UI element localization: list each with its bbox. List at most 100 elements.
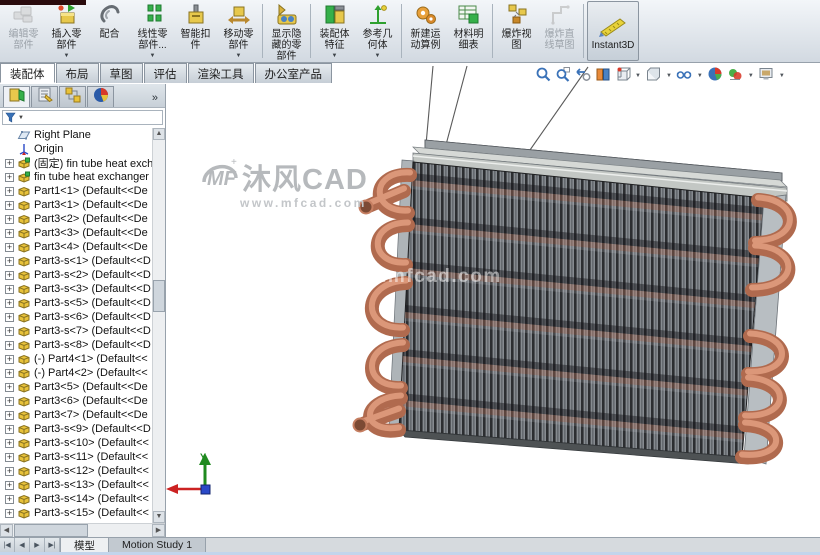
tree-item[interactable]: + Part3-s<13> (Default<< xyxy=(0,478,152,492)
tree-item[interactable]: + fin tube heat exchanger xyxy=(0,170,152,184)
manager-tab-featuremanager-tree[interactable] xyxy=(3,86,30,107)
headsup-apply-scene-button[interactable] xyxy=(707,67,724,85)
scroll-right-button[interactable]: ▶ xyxy=(152,524,165,537)
horizontal-scroll-thumb[interactable] xyxy=(14,524,88,537)
headsup-zoom-to-fit-button[interactable] xyxy=(534,67,551,85)
expand-plus-icon[interactable]: + xyxy=(5,396,14,406)
tree-item[interactable]: + Part3-s<10> (Default<< xyxy=(0,436,152,450)
headsup-zoom-to-area-button[interactable] xyxy=(554,66,571,85)
expand-plus-icon[interactable]: + xyxy=(5,270,14,280)
tree-item[interactable]: + Part3<2> (Default<<De xyxy=(0,212,152,226)
toolbar-button-insert-component[interactable]: 插入零 部件 ▼ xyxy=(45,0,88,62)
manager-tabs-overflow-chevron[interactable]: » xyxy=(152,92,162,107)
dropdown-caret-icon[interactable]: ▼ xyxy=(779,73,785,79)
command-tab-4[interactable]: 评估 xyxy=(143,63,187,83)
graphics-viewport[interactable]: MF + 沐风CAD www.mfcad.com www.mfcad.com Y… xyxy=(166,64,820,537)
tree-item[interactable]: + Part3-s<14> (Default<< xyxy=(0,492,152,506)
expand-plus-icon[interactable]: + xyxy=(5,284,14,294)
headsup-view-settings-button[interactable] xyxy=(758,67,775,85)
expand-plus-icon[interactable]: + xyxy=(5,438,14,448)
tree-item[interactable]: + Part3-s<9> (Default<<D xyxy=(0,422,152,436)
expand-plus-icon[interactable]: + xyxy=(5,354,14,364)
headsup-section-view-button[interactable] xyxy=(594,68,611,85)
expand-plus-icon[interactable]: + xyxy=(5,298,14,308)
heat-exchanger-model[interactable]: www.mfcad.com X Y xyxy=(166,64,820,537)
toolbar-button-instant3d[interactable]: Instant3D xyxy=(587,1,639,61)
toolbar-button-smart-fasteners[interactable]: 智能扣 件 xyxy=(174,0,217,62)
tree-item[interactable]: Right Plane xyxy=(0,128,152,142)
tree-item[interactable]: + Part3<1> (Default<<De xyxy=(0,198,152,212)
toolbar-button-show-hidden-components[interactable]: 显示隐 藏的零 部件 xyxy=(265,0,308,62)
manager-tab-configurationmanager[interactable] xyxy=(59,86,86,107)
expand-plus-icon[interactable]: + xyxy=(5,424,14,434)
tree-item[interactable]: + Part3<4> (Default<<De xyxy=(0,240,152,254)
toolbar-button-mate[interactable]: 配合 xyxy=(88,0,131,62)
expand-plus-icon[interactable]: + xyxy=(5,452,14,462)
dropdown-caret-icon[interactable]: ▼ xyxy=(635,73,641,79)
tree-item[interactable]: + Part3-s<7> (Default<<D xyxy=(0,324,152,338)
expand-plus-icon[interactable]: + xyxy=(5,158,14,168)
scroll-up-button[interactable]: ▲ xyxy=(153,128,165,140)
tree-item[interactable]: + Part3-s<15> (Default<< xyxy=(0,506,152,520)
toolbar-button-exploded-view[interactable]: 爆炸视 图 xyxy=(495,0,538,62)
study-tab-nav-button[interactable]: ▶ xyxy=(30,538,45,552)
scroll-down-button[interactable]: ▼ xyxy=(153,511,165,523)
study-tab-model[interactable]: 模型 xyxy=(60,538,109,552)
expand-plus-icon[interactable]: + xyxy=(5,368,14,378)
dropdown-caret-icon[interactable]: ▼ xyxy=(697,73,703,79)
tree-item[interactable]: + Part3-s<6> (Default<<D xyxy=(0,310,152,324)
fin-core[interactable] xyxy=(398,161,765,458)
tree-item[interactable]: + Part3-s<8> (Default<<D xyxy=(0,338,152,352)
expand-plus-icon[interactable]: + xyxy=(5,312,14,322)
expand-plus-icon[interactable]: + xyxy=(5,508,14,518)
toolbar-button-move-component[interactable]: 移动零 部件 ▼ xyxy=(217,0,260,62)
manager-tab-propertymanager[interactable] xyxy=(31,86,58,107)
tree-item[interactable]: + (-) Part4<1> (Default<< xyxy=(0,352,152,366)
expand-plus-icon[interactable]: + xyxy=(5,200,14,210)
tree-item[interactable]: + (-) Part4<2> (Default<< xyxy=(0,366,152,380)
expand-plus-icon[interactable]: + xyxy=(5,242,14,252)
tree-item[interactable]: + Part3-s<3> (Default<<D xyxy=(0,282,152,296)
toolbar-button-reference-geometry[interactable]: 参考几 何体 ▼ xyxy=(356,0,399,62)
tree-horizontal-scrollbar[interactable]: ◀ ▶ xyxy=(0,523,165,537)
vertical-scroll-thumb[interactable] xyxy=(153,280,165,312)
expand-plus-icon[interactable]: + xyxy=(5,410,14,420)
headsup-previous-view-button[interactable] xyxy=(574,67,591,85)
expand-plus-icon[interactable]: + xyxy=(5,340,14,350)
tree-filter-row[interactable]: ▼ xyxy=(2,110,163,125)
study-tab-nav-button[interactable]: ◀ xyxy=(15,538,30,552)
headsup-view-orientation-button[interactable] xyxy=(614,67,631,85)
study-tab-nav-button[interactable]: |◀ xyxy=(0,538,15,552)
scroll-left-button[interactable]: ◀ xyxy=(0,524,13,537)
expand-plus-icon[interactable]: + xyxy=(5,480,14,490)
command-tab-1[interactable]: 装配体 xyxy=(0,63,55,83)
headsup-display-style-button[interactable] xyxy=(645,67,662,85)
tree-item[interactable]: + Part3-s<12> (Default<< xyxy=(0,464,152,478)
expand-plus-icon[interactable]: + xyxy=(5,228,14,238)
expand-plus-icon[interactable]: + xyxy=(5,326,14,336)
expand-plus-icon[interactable]: + xyxy=(5,494,14,504)
tree-item[interactable]: + Part3<7> (Default<<De xyxy=(0,408,152,422)
tree-item[interactable]: Origin xyxy=(0,142,152,156)
dropdown-caret-icon[interactable]: ▼ xyxy=(666,73,672,79)
command-tab-2[interactable]: 布局 xyxy=(55,63,99,83)
tree-item[interactable]: + Part3-s<5> (Default<<D xyxy=(0,296,152,310)
tree-item[interactable]: + Part3<5> (Default<<De xyxy=(0,380,152,394)
dropdown-caret-icon[interactable]: ▼ xyxy=(375,51,381,64)
tree-item[interactable]: + (固定) fin tube heat exch xyxy=(0,156,152,170)
study-tab-nav-button[interactable]: ▶| xyxy=(45,538,60,552)
expand-plus-icon[interactable]: + xyxy=(5,466,14,476)
tree-item[interactable]: + Part3-s<1> (Default<<D xyxy=(0,254,152,268)
expand-plus-icon[interactable]: + xyxy=(5,214,14,224)
tree-item[interactable]: + Part3<6> (Default<<De xyxy=(0,394,152,408)
expand-plus-icon[interactable]: + xyxy=(5,382,14,392)
toolbar-button-linear-pattern[interactable]: 线性零 部件... ▼ xyxy=(131,0,174,62)
manager-tab-displaymanager[interactable] xyxy=(87,86,114,107)
headsup-hide-show-items-button[interactable] xyxy=(676,68,693,85)
expand-plus-icon[interactable]: + xyxy=(5,256,14,266)
command-tab-6[interactable]: 办公室产品 xyxy=(254,63,332,83)
expand-plus-icon[interactable]: + xyxy=(5,186,14,196)
toolbar-button-new-motion-study[interactable]: 新建运 动算例 xyxy=(404,0,447,62)
toolbar-button-assembly-features[interactable]: 装配体 特征 ▼ xyxy=(313,0,356,62)
headsup-edit-appearance-button[interactable] xyxy=(727,68,744,85)
